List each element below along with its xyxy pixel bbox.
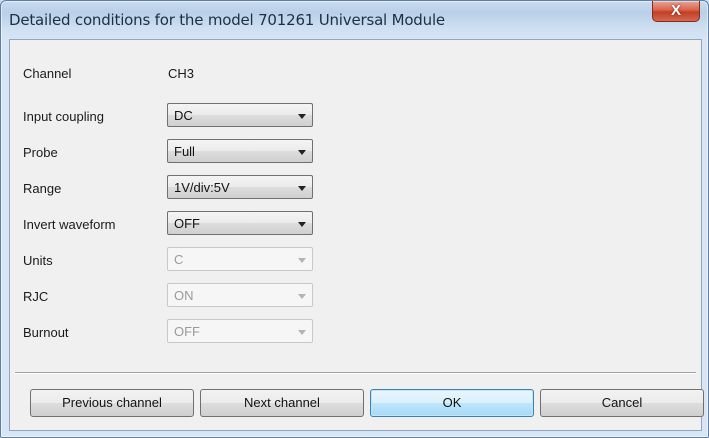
input-coupling-select[interactable]: DC bbox=[167, 103, 313, 127]
rjc-select: ON bbox=[167, 283, 313, 307]
window-title: Detailed conditions for the model 701261… bbox=[9, 11, 445, 29]
units-value: C bbox=[174, 252, 184, 267]
channel-label: Channel bbox=[23, 66, 72, 81]
range-select[interactable]: 1V/div:5V bbox=[167, 175, 313, 199]
range-label: Range bbox=[23, 181, 62, 196]
input-coupling-label: Input coupling bbox=[23, 109, 104, 124]
dialog-window: Detailed conditions for the model 701261… bbox=[0, 0, 709, 438]
rjc-value: ON bbox=[174, 288, 194, 303]
units-select: C bbox=[167, 247, 313, 271]
probe-select[interactable]: Full bbox=[167, 139, 313, 163]
chevron-down-icon bbox=[298, 150, 306, 155]
channel-row: Channel CH3 bbox=[10, 60, 410, 86]
rjc-label: RJC bbox=[23, 289, 49, 304]
rjc-row: RJC ON bbox=[10, 283, 410, 309]
input-coupling-row: Input coupling DC bbox=[10, 103, 410, 129]
chevron-down-icon bbox=[298, 186, 306, 191]
chevron-down-icon bbox=[298, 114, 306, 119]
units-label: Units bbox=[23, 253, 53, 268]
burnout-value: OFF bbox=[174, 324, 200, 339]
chevron-down-icon bbox=[298, 330, 306, 335]
probe-row: Probe Full bbox=[10, 139, 410, 165]
chevron-down-icon bbox=[298, 222, 306, 227]
burnout-row: Burnout OFF bbox=[10, 319, 410, 345]
probe-label: Probe bbox=[23, 145, 58, 160]
channel-value: CH3 bbox=[168, 66, 195, 81]
burnout-label: Burnout bbox=[23, 325, 69, 340]
previous-channel-button[interactable]: Previous channel bbox=[30, 389, 194, 417]
chevron-down-icon bbox=[298, 294, 306, 299]
chevron-down-icon bbox=[298, 258, 306, 263]
units-row: Units C bbox=[10, 247, 410, 273]
invert-waveform-select[interactable]: OFF bbox=[167, 211, 313, 235]
ok-button[interactable]: OK bbox=[370, 389, 534, 417]
probe-value: Full bbox=[174, 144, 195, 159]
invert-waveform-row: Invert waveform OFF bbox=[10, 211, 410, 237]
input-coupling-value: DC bbox=[174, 108, 193, 123]
invert-waveform-value: OFF bbox=[174, 216, 200, 231]
invert-waveform-label: Invert waveform bbox=[23, 217, 116, 232]
close-button[interactable]: X bbox=[652, 1, 700, 22]
title-bar[interactable]: Detailed conditions for the model 701261… bbox=[1, 1, 708, 39]
next-channel-button[interactable]: Next channel bbox=[200, 389, 364, 417]
divider bbox=[15, 372, 696, 374]
range-row: Range 1V/div:5V bbox=[10, 175, 410, 201]
range-value: 1V/div:5V bbox=[174, 180, 230, 195]
close-icon: X bbox=[670, 2, 681, 19]
cancel-button[interactable]: Cancel bbox=[540, 389, 704, 417]
burnout-select: OFF bbox=[167, 319, 313, 343]
dialog-content: Channel CH3 Input coupling DC Probe Full… bbox=[9, 39, 704, 431]
